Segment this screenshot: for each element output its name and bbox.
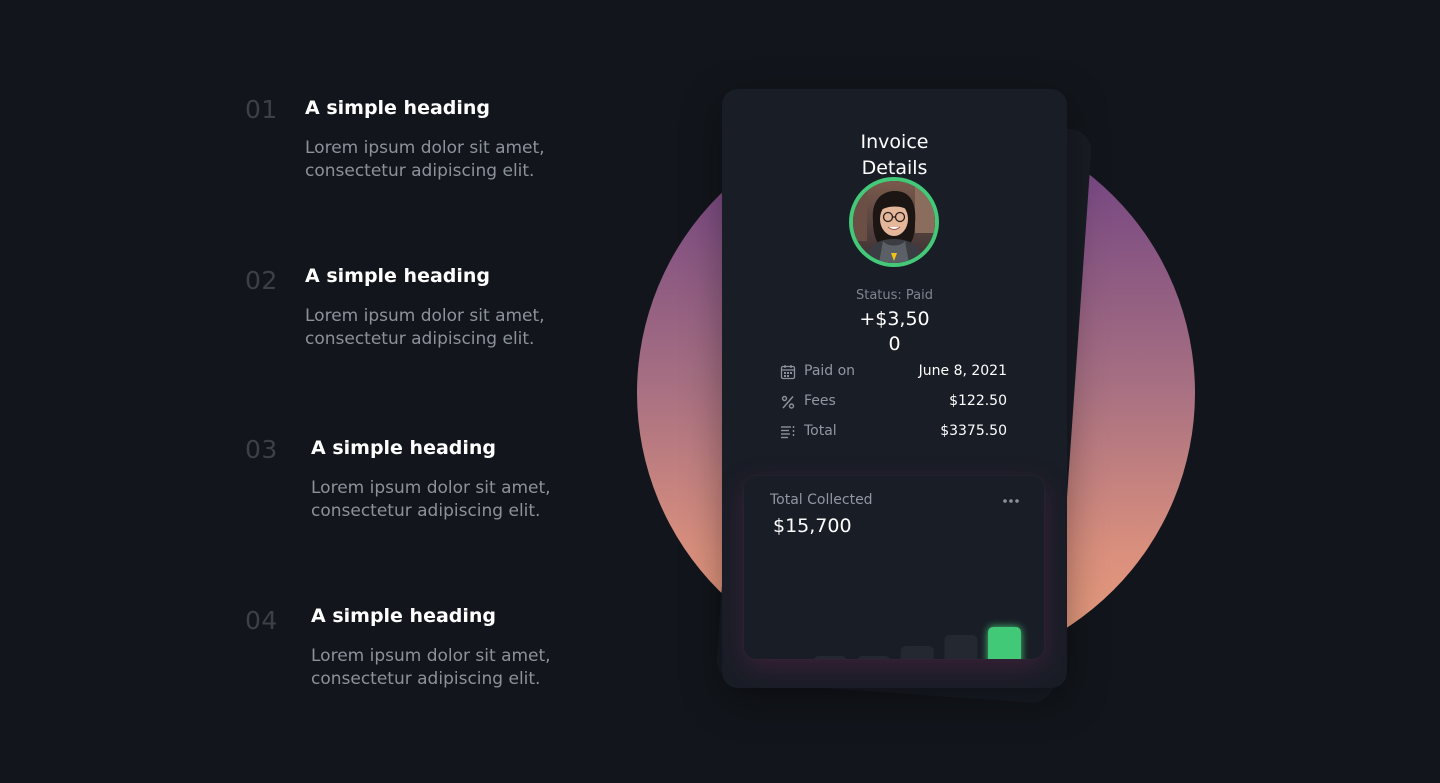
total-collected-card: Total Collected $15,700 JanFebMarAprMayJ… <box>744 476 1044 659</box>
invoice-card: Invoice Details Status: Paid +$3,50 0 Pa… <box>722 89 1067 688</box>
detail-label: Total <box>804 423 837 439</box>
detail-label: Paid on <box>804 363 856 379</box>
feature-description-line: Lorem ipsum dolor sit amet, <box>311 646 551 666</box>
feature-description: Lorem ipsum dolor sit amet, consectetur … <box>305 137 545 183</box>
feature-description-line: Lorem ipsum dolor sit amet, <box>305 306 545 326</box>
invoice-amount-line: 0 <box>888 333 901 355</box>
chart-bar-may <box>944 635 978 659</box>
avatar-photo <box>853 181 935 263</box>
feature-description-line: Lorem ipsum dolor sit amet, <box>305 138 545 158</box>
feature-heading: A simple heading <box>311 437 497 459</box>
status-text: Status: Paid <box>855 288 934 303</box>
chart-bar-feb <box>814 656 847 659</box>
list-icon <box>780 424 796 440</box>
chart-bar-apr <box>900 646 934 659</box>
invoice-title: Invoice Details <box>722 129 1067 181</box>
feature-description-line: consectetur adipiscing elit. <box>305 161 535 181</box>
feature-number: 03 <box>245 435 278 464</box>
feature-number: 02 <box>245 266 278 295</box>
detail-row-fees: Fees $122.50 <box>780 392 1007 412</box>
collected-bar-chart: JanFebMarAprMayJun <box>814 627 1021 659</box>
detail-value: $3375.50 <box>940 423 1007 439</box>
feature-heading: A simple heading <box>305 97 491 119</box>
feature-description-line: consectetur adipiscing elit. <box>305 329 535 349</box>
feature-description-line: consectetur adipiscing elit. <box>311 501 541 521</box>
detail-row-paid-on: Paid on June 8, 2021 <box>780 362 1007 382</box>
invoice-amount: +$3,50 0 <box>722 307 1067 357</box>
feature-description-line: consectetur adipiscing elit. <box>311 669 541 689</box>
feature-description: Lorem ipsum dolor sit amet, consectetur … <box>305 305 545 351</box>
invoice-amount-line: +$3,50 <box>859 308 930 330</box>
feature-description: Lorem ipsum dolor sit amet, consectetur … <box>311 477 551 523</box>
page: 01 A simple heading Lorem ipsum dolor si… <box>0 0 1440 783</box>
detail-label: Fees <box>804 393 836 409</box>
avatar[interactable] <box>849 177 939 267</box>
feature-description: Lorem ipsum dolor sit amet, consectetur … <box>311 645 551 691</box>
chart-bar-jun <box>988 627 1021 659</box>
feature-heading: A simple heading <box>305 265 491 287</box>
chart-bar-mar <box>857 656 890 659</box>
feature-description-line: Lorem ipsum dolor sit amet, <box>311 478 551 498</box>
feature-heading: A simple heading <box>311 605 497 627</box>
detail-value: June 8, 2021 <box>918 363 1007 379</box>
detail-row-total: Total $3375.50 <box>780 422 1007 442</box>
feature-number: 04 <box>245 606 278 635</box>
percent-icon <box>780 394 796 410</box>
invoice-title-line: Invoice <box>860 131 929 153</box>
detail-value: $122.50 <box>949 393 1007 409</box>
calendar-icon <box>780 364 796 380</box>
feature-number: 01 <box>245 95 278 124</box>
